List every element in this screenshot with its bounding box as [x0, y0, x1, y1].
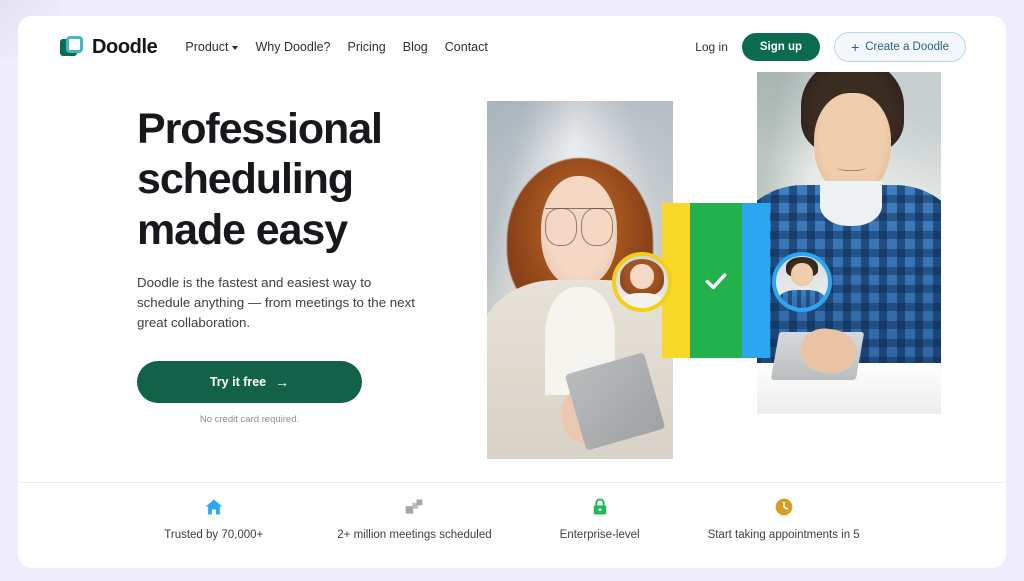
- hero-cta-group: Try it free → No credit card required.: [137, 360, 362, 425]
- cta-note: No credit card required.: [199, 413, 300, 425]
- nav-item-product-label: Product: [185, 40, 229, 54]
- trust-item-appointments: Start taking appointments in 5: [708, 497, 860, 542]
- login-link[interactable]: Log in: [695, 40, 728, 54]
- chevron-down-icon: [232, 46, 239, 50]
- card-stripe-green: [690, 203, 742, 358]
- nav-item-pricing[interactable]: Pricing: [348, 40, 386, 54]
- brand-logo-link[interactable]: Doodle: [60, 35, 158, 59]
- checkmark-icon: [705, 272, 727, 289]
- nav-item-contact-label: Contact: [444, 40, 488, 54]
- try-it-free-label: Try it free: [209, 374, 267, 389]
- scheduling-color-card: [662, 203, 770, 358]
- clock-icon: [775, 498, 792, 516]
- browser-viewport: Doodle Product Why Doodle? Pricing Blog …: [0, 0, 1024, 581]
- hero-title-line-2: scheduling: [137, 155, 354, 204]
- create-a-doodle-label: Create a Doodle: [865, 41, 949, 53]
- avatar-man: [772, 252, 832, 312]
- hero-subtitle: Doodle is the fastest and easiest way to…: [137, 274, 415, 331]
- try-it-free-button[interactable]: Try it free →: [137, 360, 362, 403]
- nav-item-pricing-label: Pricing: [347, 40, 386, 54]
- nav-item-product[interactable]: Product: [185, 40, 239, 54]
- create-a-doodle-button[interactable]: + Create a Doodle: [834, 32, 966, 62]
- site-header: Doodle Product Why Doodle? Pricing Blog …: [18, 16, 1006, 78]
- trust-bar: Trusted by 70,000+ 2+ million meetings s…: [18, 482, 1006, 568]
- hero-title: Professional scheduling made easy: [137, 104, 457, 255]
- hero-title-line-3: made easy: [137, 205, 348, 254]
- trust-item-trusted-by: Trusted by 70,000+: [164, 497, 263, 542]
- lock-icon: [593, 498, 606, 515]
- hero-copy: Professional scheduling made easy Doodle…: [137, 104, 457, 425]
- trust-item-meetings-label: 2+ million meetings scheduled: [337, 529, 492, 541]
- nav-item-contact[interactable]: Contact: [445, 40, 488, 54]
- brand-name: Doodle: [92, 35, 158, 58]
- trust-item-meetings: 2+ million meetings scheduled: [337, 497, 492, 542]
- trust-item-trusted-by-label: Trusted by 70,000+: [164, 529, 264, 541]
- nav-item-blog[interactable]: Blog: [403, 40, 428, 54]
- hero-photo-right: [757, 72, 941, 414]
- trust-item-enterprise-label: Enterprise-level: [559, 529, 640, 541]
- nav-item-why-doodle[interactable]: Why Doodle?: [255, 40, 330, 54]
- squares-icon: [406, 499, 423, 514]
- trust-item-appointments-label: Start taking appointments in 5: [707, 529, 860, 541]
- avatar-woman: [612, 252, 672, 312]
- nav-item-blog-label: Blog: [402, 40, 428, 54]
- doodle-logo-icon: [60, 36, 84, 58]
- card-stripe-blue: [741, 203, 770, 358]
- main-nav: Product Why Doodle? Pricing Blog Contact: [185, 40, 487, 54]
- page-container: Doodle Product Why Doodle? Pricing Blog …: [18, 16, 1006, 568]
- header-actions: Log in Sign up + Create a Doodle: [695, 32, 966, 62]
- plus-icon: +: [851, 39, 860, 55]
- nav-item-why-doodle-label: Why Doodle?: [255, 40, 331, 54]
- house-icon: [205, 499, 223, 515]
- hero-title-line-1: Professional: [137, 105, 383, 153]
- trust-item-enterprise: Enterprise-level: [560, 497, 640, 542]
- signup-button[interactable]: Sign up: [741, 33, 821, 61]
- arrow-right-icon: →: [275, 373, 290, 390]
